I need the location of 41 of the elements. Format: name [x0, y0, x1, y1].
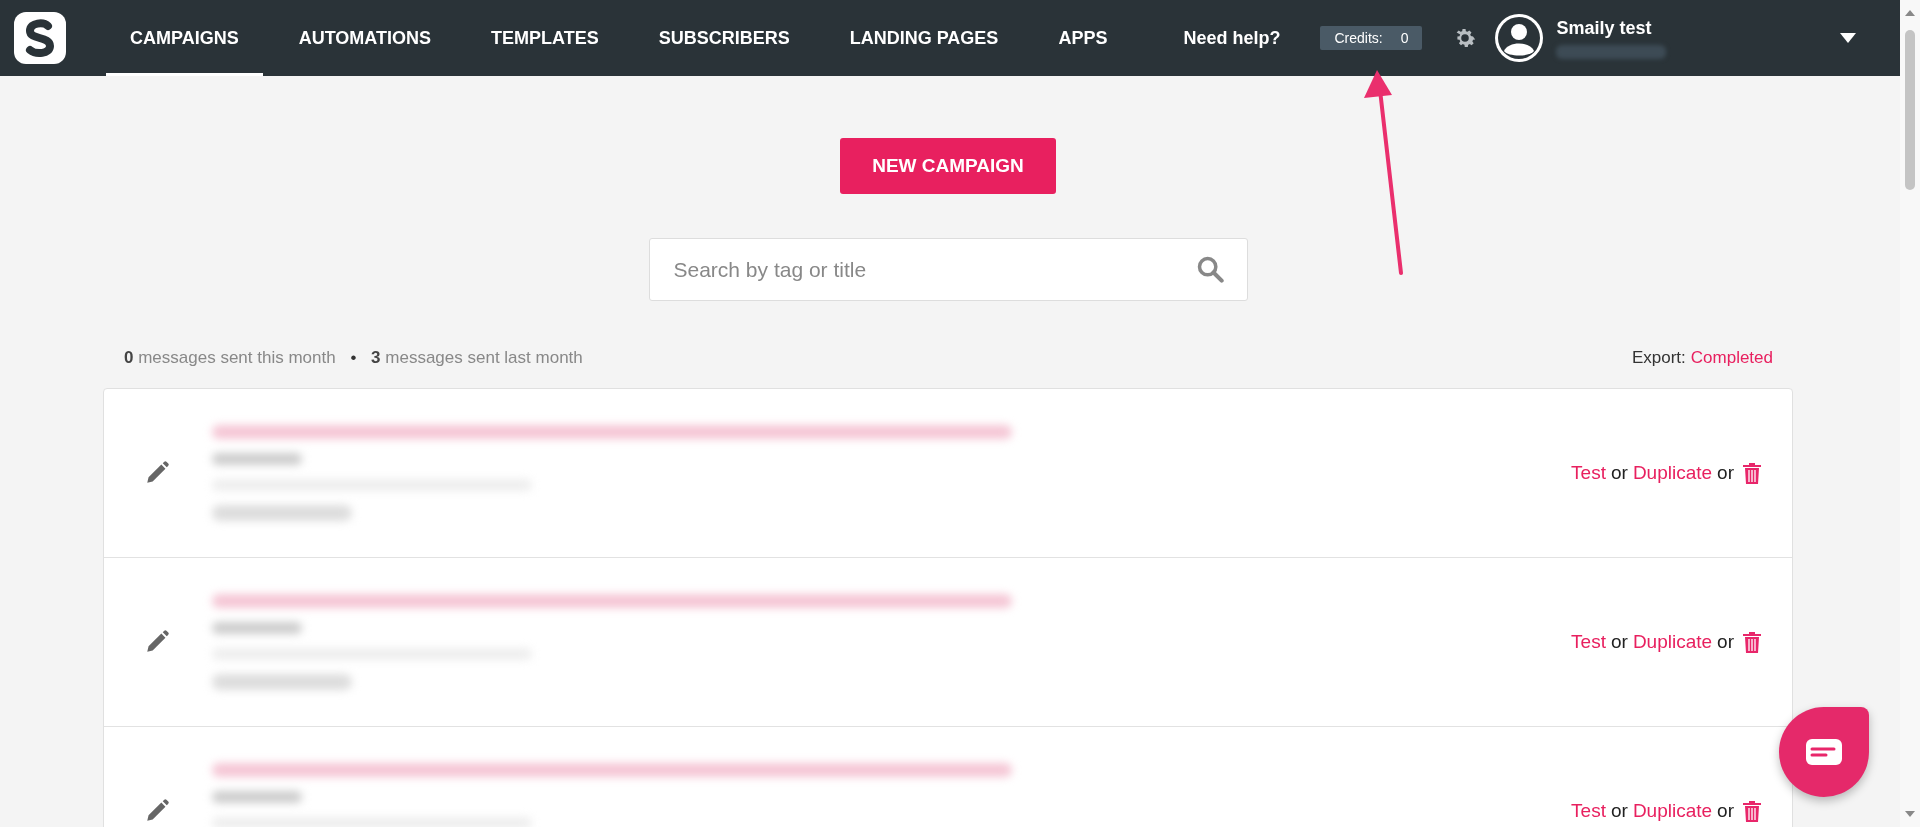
credits-badge: Credits: 0 [1320, 26, 1423, 50]
sent-messages-stats: 0 messages sent this month • 3 messages sent last month [124, 348, 583, 368]
scrollbar-thumb[interactable] [1905, 30, 1915, 190]
or-text: or [1610, 800, 1628, 822]
search-field[interactable]: Search by tag or title [648, 238, 1248, 301]
scroll-down-arrow-icon[interactable] [1905, 811, 1915, 817]
nav-tab[interactable]: LANDING PAGES [825, 0, 1023, 76]
duplicate-link[interactable]: Duplicate [1632, 800, 1713, 822]
export-label: Export: [1631, 348, 1686, 368]
duplicate-link[interactable]: Duplicate [1632, 631, 1713, 653]
search-icon[interactable] [1195, 255, 1224, 283]
test-link[interactable]: Test [1571, 462, 1606, 484]
app-logo-icon[interactable] [14, 12, 66, 64]
chat-icon [1806, 739, 1842, 765]
trash-icon[interactable] [1742, 800, 1762, 822]
or-text: or [1610, 462, 1628, 484]
duplicate-link[interactable]: Duplicate [1632, 462, 1713, 484]
trash-icon[interactable] [1742, 462, 1762, 484]
avatar-icon[interactable] [1494, 13, 1545, 63]
nav-tab[interactable]: APPS [1034, 0, 1132, 76]
nav-tab[interactable]: SUBSCRIBERS [634, 0, 814, 76]
test-link[interactable]: Test [1571, 800, 1606, 822]
or-text: or [1610, 631, 1628, 653]
nav-tab[interactable]: TEMPLATES [467, 0, 623, 76]
nav-tab[interactable]: AUTOMATIONS [274, 0, 455, 76]
pencil-icon[interactable] [144, 798, 170, 824]
pencil-icon[interactable] [144, 460, 170, 486]
caret-icon[interactable] [1840, 33, 1856, 43]
new-campaign-button[interactable]: NEW CAMPAIGN [840, 138, 1056, 194]
chat-button[interactable] [1779, 707, 1869, 797]
scroll-up-arrow-icon[interactable] [1905, 10, 1915, 16]
or-text: or [1717, 800, 1734, 822]
test-link[interactable]: Test [1571, 631, 1606, 653]
trash-icon[interactable] [1742, 631, 1762, 653]
pencil-icon[interactable] [144, 629, 170, 655]
nav-tab[interactable]: CAMPAIGNS [106, 0, 263, 76]
or-text: or [1717, 631, 1734, 653]
export-status-link[interactable]: Completed [1690, 348, 1773, 368]
or-text: or [1717, 462, 1734, 484]
user-name: Smaily test [1556, 17, 1653, 39]
help-link[interactable]: Need help? [1183, 27, 1281, 49]
